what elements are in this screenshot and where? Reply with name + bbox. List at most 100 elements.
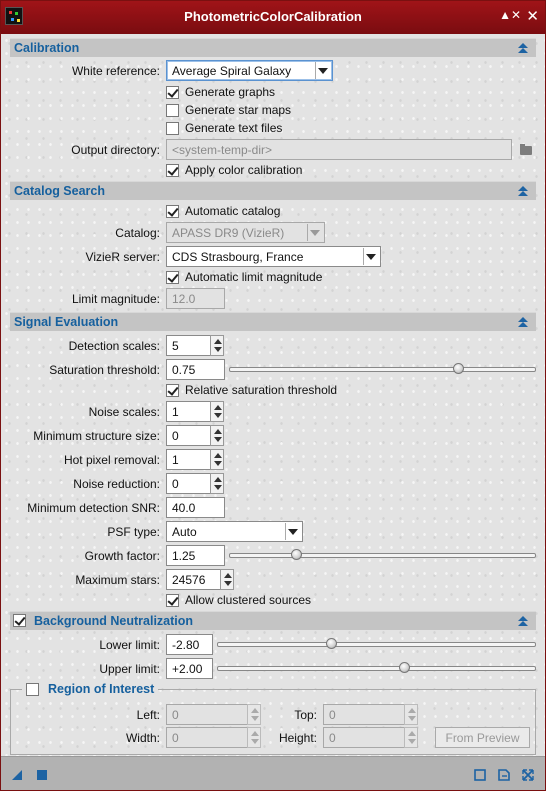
minimum-structure-size-input[interactable]: 0	[166, 425, 211, 446]
section-title: Region of Interest	[48, 682, 155, 696]
left-label: Left:	[136, 708, 160, 722]
width-input[interactable]: 0	[166, 727, 248, 748]
left-spinner[interactable]	[247, 704, 261, 725]
top-spinner[interactable]	[404, 704, 418, 725]
checkbox-box	[166, 85, 179, 99]
chevron-down-icon	[366, 254, 376, 260]
slider-handle[interactable]	[326, 638, 337, 649]
title-bar[interactable]: PhotometricColorCalibration ▲✕ ✕	[1, 1, 545, 34]
maximum-stars-spinner[interactable]	[220, 569, 234, 590]
vizier-server-value: CDS Strasbourg, France	[172, 250, 304, 264]
upper-limit-value: +2.00	[172, 662, 203, 676]
folder-icon[interactable]	[520, 144, 532, 155]
checkbox-box	[166, 163, 179, 177]
from-preview-button[interactable]: From Preview	[435, 727, 530, 748]
chevron-down-icon	[310, 230, 320, 236]
noise-scales-value: 1	[172, 405, 179, 419]
collapse-icon[interactable]	[518, 186, 529, 197]
section-catalog-search[interactable]: Catalog Search	[10, 181, 536, 200]
minimum-detection-snr-input[interactable]: 40.0	[166, 497, 225, 518]
close-icon[interactable]: ✕	[526, 7, 539, 25]
slider-handle[interactable]	[291, 549, 302, 560]
maximum-stars-input[interactable]: 24576	[166, 569, 221, 590]
hot-pixel-removal-spinner[interactable]	[210, 449, 224, 470]
lower-limit-label: Lower limit:	[99, 638, 160, 652]
region-of-interest-header[interactable]: Region of Interest	[22, 682, 159, 696]
new-instance-icon[interactable]	[11, 769, 23, 781]
generate-text-files-checkbox[interactable]: Generate text files	[166, 121, 282, 135]
checkbox-label: Generate graphs	[185, 85, 276, 99]
catalog-combo[interactable]: APASS DR9 (VizieR)	[166, 222, 325, 243]
height-input[interactable]: 0	[323, 727, 405, 748]
height-value: 0	[329, 731, 336, 745]
saturation-threshold-slider[interactable]	[229, 363, 536, 374]
noise-scales-input[interactable]: 1	[166, 401, 211, 422]
collapse-icon[interactable]	[518, 317, 529, 328]
lower-limit-input[interactable]: -2.80	[166, 634, 213, 655]
process-content: Calibration White reference: Average Spi…	[1, 34, 545, 756]
process-window: PhotometricColorCalibration ▲✕ ✕ Calibra…	[0, 0, 546, 791]
upper-limit-slider[interactable]	[217, 662, 536, 673]
section-calibration[interactable]: Calibration	[10, 38, 536, 57]
section-background-neutralization[interactable]: Background Neutralization	[10, 611, 536, 630]
automatic-catalog-checkbox[interactable]: Automatic catalog	[166, 204, 280, 218]
section-signal-evaluation[interactable]: Signal Evaluation	[10, 312, 536, 331]
checkbox-label: Generate text files	[185, 121, 283, 135]
width-label: Width:	[125, 731, 160, 745]
left-input[interactable]: 0	[166, 704, 248, 725]
region-of-interest-checkbox[interactable]	[26, 682, 39, 696]
growth-factor-label: Growth factor:	[84, 549, 160, 563]
checkbox-label: Automatic limit magnitude	[185, 270, 323, 284]
hot-pixel-removal-input[interactable]: 1	[166, 449, 211, 470]
width-spinner[interactable]	[247, 727, 261, 748]
apply-color-calibration-checkbox[interactable]: Apply color calibration	[166, 163, 302, 177]
checkbox-box	[166, 204, 179, 218]
minimum-structure-size-spinner[interactable]	[210, 425, 224, 446]
allow-clustered-sources-checkbox[interactable]: Allow clustered sources	[166, 593, 311, 607]
growth-factor-slider[interactable]	[229, 549, 536, 560]
slider-handle[interactable]	[453, 363, 464, 374]
maximum-stars-value: 24576	[172, 573, 206, 587]
background-neutralization-checkbox[interactable]	[13, 614, 26, 627]
detection-scales-input[interactable]: 5	[166, 335, 211, 356]
catalog-value: APASS DR9 (VizieR)	[172, 226, 285, 240]
minimum-detection-snr-value: 40.0	[172, 501, 196, 515]
white-reference-combo[interactable]: Average Spiral Galaxy	[166, 60, 333, 81]
generate-star-maps-checkbox[interactable]: Generate star maps	[166, 103, 291, 117]
vizier-server-combo[interactable]: CDS Strasbourg, France	[166, 246, 381, 267]
detection-scales-spinner[interactable]	[210, 335, 224, 356]
automatic-limit-magnitude-checkbox[interactable]: Automatic limit magnitude	[166, 270, 322, 284]
top-input[interactable]: 0	[323, 704, 405, 725]
collapse-icon[interactable]	[518, 43, 529, 54]
minimum-structure-size-value: 0	[172, 429, 179, 443]
lower-limit-slider[interactable]	[217, 638, 536, 649]
noise-scales-spinner[interactable]	[210, 401, 224, 422]
noise-reduction-input[interactable]: 0	[166, 473, 211, 494]
relative-saturation-threshold-checkbox[interactable]: Relative saturation threshold	[166, 383, 337, 397]
slider-handle[interactable]	[399, 662, 410, 673]
upper-limit-input[interactable]: +2.00	[166, 658, 213, 679]
section-title: Background Neutralization	[34, 614, 194, 628]
noise-reduction-spinner[interactable]	[210, 473, 224, 494]
saturation-threshold-input[interactable]: 0.75	[166, 359, 225, 380]
white-reference-value: Average Spiral Galaxy	[172, 64, 292, 78]
height-spinner[interactable]	[404, 727, 418, 748]
growth-factor-input[interactable]: 1.25	[166, 545, 225, 566]
checkbox-box	[166, 103, 179, 117]
psf-type-value: Auto	[172, 525, 197, 539]
reset-icon[interactable]	[498, 769, 510, 781]
shade-icon[interactable]: ▲✕	[499, 8, 521, 22]
upper-limit-label: Upper limit:	[99, 662, 160, 676]
resize-icon[interactable]	[522, 769, 534, 781]
height-label: Height:	[278, 731, 317, 745]
noise-scales-label: Noise scales:	[88, 405, 160, 419]
output-directory-input[interactable]: <system-temp-dir>	[166, 139, 512, 160]
window-title: PhotometricColorCalibration	[184, 9, 362, 24]
apply-global-icon[interactable]	[36, 769, 48, 781]
preview-icon[interactable]	[474, 769, 486, 781]
limit-magnitude-value: 12.0	[172, 292, 196, 306]
psf-type-combo[interactable]: Auto	[166, 521, 303, 542]
limit-magnitude-input[interactable]: 12.0	[166, 288, 225, 309]
generate-graphs-checkbox[interactable]: Generate graphs	[166, 85, 275, 99]
collapse-icon[interactable]	[518, 616, 529, 627]
